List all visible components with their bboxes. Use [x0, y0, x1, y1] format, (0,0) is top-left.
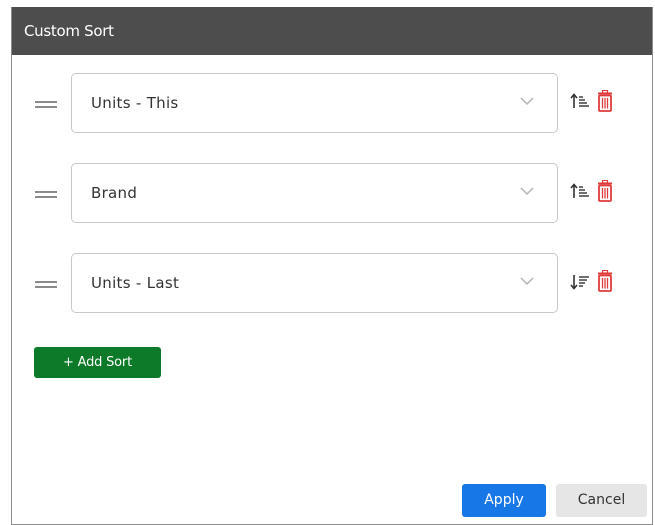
add-sort-button[interactable]: + Add Sort — [34, 347, 161, 378]
custom-sort-dialog: Custom Sort Units - This Brand Units - L… — [11, 7, 653, 525]
sort-ascending-icon[interactable] — [570, 182, 590, 202]
chevron-down-icon — [520, 187, 534, 196]
apply-button[interactable]: Apply — [462, 484, 546, 517]
sort-field-value: Brand — [91, 184, 138, 202]
sort-row: Units - This — [12, 73, 652, 133]
chevron-down-icon — [520, 277, 534, 286]
sort-field-value: Units - Last — [91, 274, 180, 292]
sort-field-select[interactable]: Units - Last — [71, 253, 558, 313]
sort-ascending-icon[interactable] — [570, 92, 590, 112]
drag-handle-icon[interactable] — [35, 281, 57, 288]
sort-field-select[interactable]: Brand — [71, 163, 558, 223]
sort-field-value: Units - This — [91, 94, 179, 112]
drag-handle-icon[interactable] — [35, 101, 57, 108]
trash-icon[interactable] — [596, 90, 614, 112]
sort-field-select[interactable]: Units - This — [71, 73, 558, 133]
cancel-button[interactable]: Cancel — [556, 484, 647, 517]
sort-row: Units - Last — [12, 253, 652, 313]
drag-handle-icon[interactable] — [35, 191, 57, 198]
trash-icon[interactable] — [596, 270, 614, 292]
sort-row: Brand — [12, 163, 652, 223]
dialog-title: Custom Sort — [12, 7, 652, 55]
sort-descending-icon[interactable] — [570, 272, 590, 292]
trash-icon[interactable] — [596, 180, 614, 202]
chevron-down-icon — [520, 97, 534, 106]
